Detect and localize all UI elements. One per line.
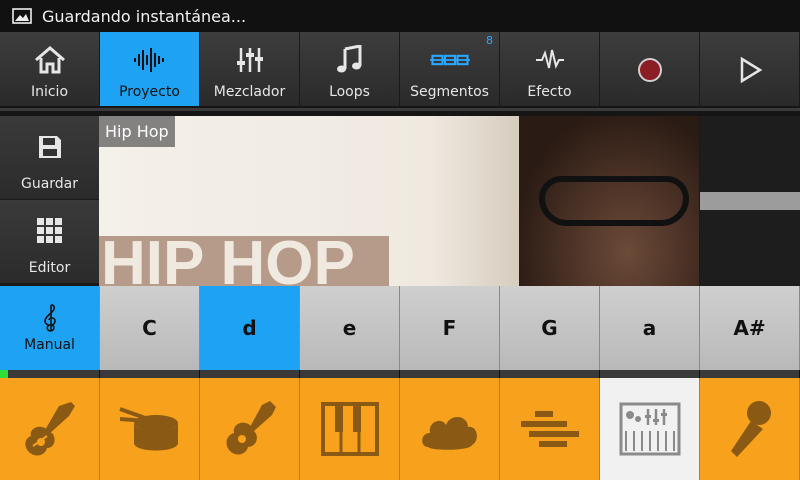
editor-button[interactable]: Editor xyxy=(0,200,99,284)
synth-keyboard-icon xyxy=(619,402,680,456)
instrument-synth[interactable] xyxy=(600,378,700,480)
effect-wave-icon xyxy=(535,49,564,69)
record-button[interactable] xyxy=(600,32,700,106)
instrument-bass[interactable] xyxy=(500,378,600,480)
grid-icon xyxy=(36,218,62,243)
play-button[interactable] xyxy=(700,32,800,106)
tab-label: Inicio xyxy=(30,84,69,100)
key-selector: Manual C d e F G a A# xyxy=(0,286,800,370)
toolbar-divider xyxy=(0,106,800,116)
tab-segmentos[interactable]: 8 Segmentos xyxy=(400,32,500,106)
key-c[interactable]: C xyxy=(100,286,200,370)
drum-icon xyxy=(118,407,178,451)
save-button[interactable]: Guardar xyxy=(0,116,99,200)
instrument-acoustic-guitar[interactable] xyxy=(200,378,300,480)
genre-label: Hip Hop xyxy=(99,116,175,147)
play-icon xyxy=(740,56,762,84)
manual-label: Manual xyxy=(24,337,75,353)
tab-loops[interactable]: Loops xyxy=(300,32,400,106)
save-icon xyxy=(38,136,61,158)
status-title: Guardando instantánea... xyxy=(42,6,247,26)
project-artwork[interactable]: HIP HOP Hip Hop xyxy=(99,116,699,286)
waveform-icon xyxy=(133,48,164,72)
instrument-piano[interactable] xyxy=(300,378,400,480)
mixer-icon xyxy=(236,48,263,72)
key-a[interactable]: a xyxy=(600,286,700,370)
segments-badge: 8 xyxy=(486,34,493,47)
save-label: Guardar xyxy=(20,176,79,192)
top-toolbar: Inicio Proyecto Mezclador Loops 8 Segmen… xyxy=(0,32,800,106)
key-e[interactable]: e xyxy=(300,286,400,370)
record-icon xyxy=(637,58,662,82)
key-g[interactable]: G xyxy=(500,286,600,370)
tab-label: Loops xyxy=(329,84,370,100)
cloud-pad-icon xyxy=(421,416,477,450)
treble-clef-icon xyxy=(43,304,56,332)
instrument-drums[interactable] xyxy=(100,378,200,480)
manual-mode-button[interactable]: Manual xyxy=(0,286,100,370)
segments-icon xyxy=(429,54,470,66)
tab-label: Efecto xyxy=(527,84,572,100)
bass-lines-icon xyxy=(520,411,579,447)
image-icon xyxy=(12,8,32,24)
music-note-icon xyxy=(336,45,361,73)
tab-proyecto[interactable]: Proyecto xyxy=(100,32,200,106)
instrument-electric-guitar[interactable] xyxy=(0,378,100,480)
left-actions: Guardar Editor xyxy=(0,116,99,286)
tab-mezclador[interactable]: Mezclador xyxy=(200,32,300,106)
key-a-sharp[interactable]: A# xyxy=(700,286,800,370)
tab-inicio[interactable]: Inicio xyxy=(0,32,100,106)
right-panel-bar xyxy=(700,192,800,210)
tab-label: Proyecto xyxy=(119,84,180,100)
acoustic-guitar-icon xyxy=(226,401,276,455)
editor-label: Editor xyxy=(28,260,71,276)
right-panel xyxy=(700,116,800,286)
tab-efecto[interactable]: Efecto xyxy=(500,32,600,106)
electric-guitar-icon xyxy=(24,402,75,456)
glasses-graphic xyxy=(539,176,689,226)
instrument-row xyxy=(0,378,800,480)
microphone-icon xyxy=(730,401,771,457)
status-bar: Guardando instantánea... xyxy=(0,0,800,32)
tab-label: Mezclador xyxy=(213,84,286,100)
tab-label: Segmentos xyxy=(410,84,489,100)
level-meter xyxy=(0,370,100,378)
piano-icon xyxy=(320,402,379,456)
key-f[interactable]: F xyxy=(400,286,500,370)
key-d[interactable]: d xyxy=(200,286,300,370)
instrument-pad[interactable] xyxy=(400,378,500,480)
home-icon xyxy=(34,46,65,74)
instrument-vocals[interactable] xyxy=(700,378,800,480)
cover-text: HIP HOP xyxy=(101,229,355,286)
level-strip xyxy=(0,370,800,378)
